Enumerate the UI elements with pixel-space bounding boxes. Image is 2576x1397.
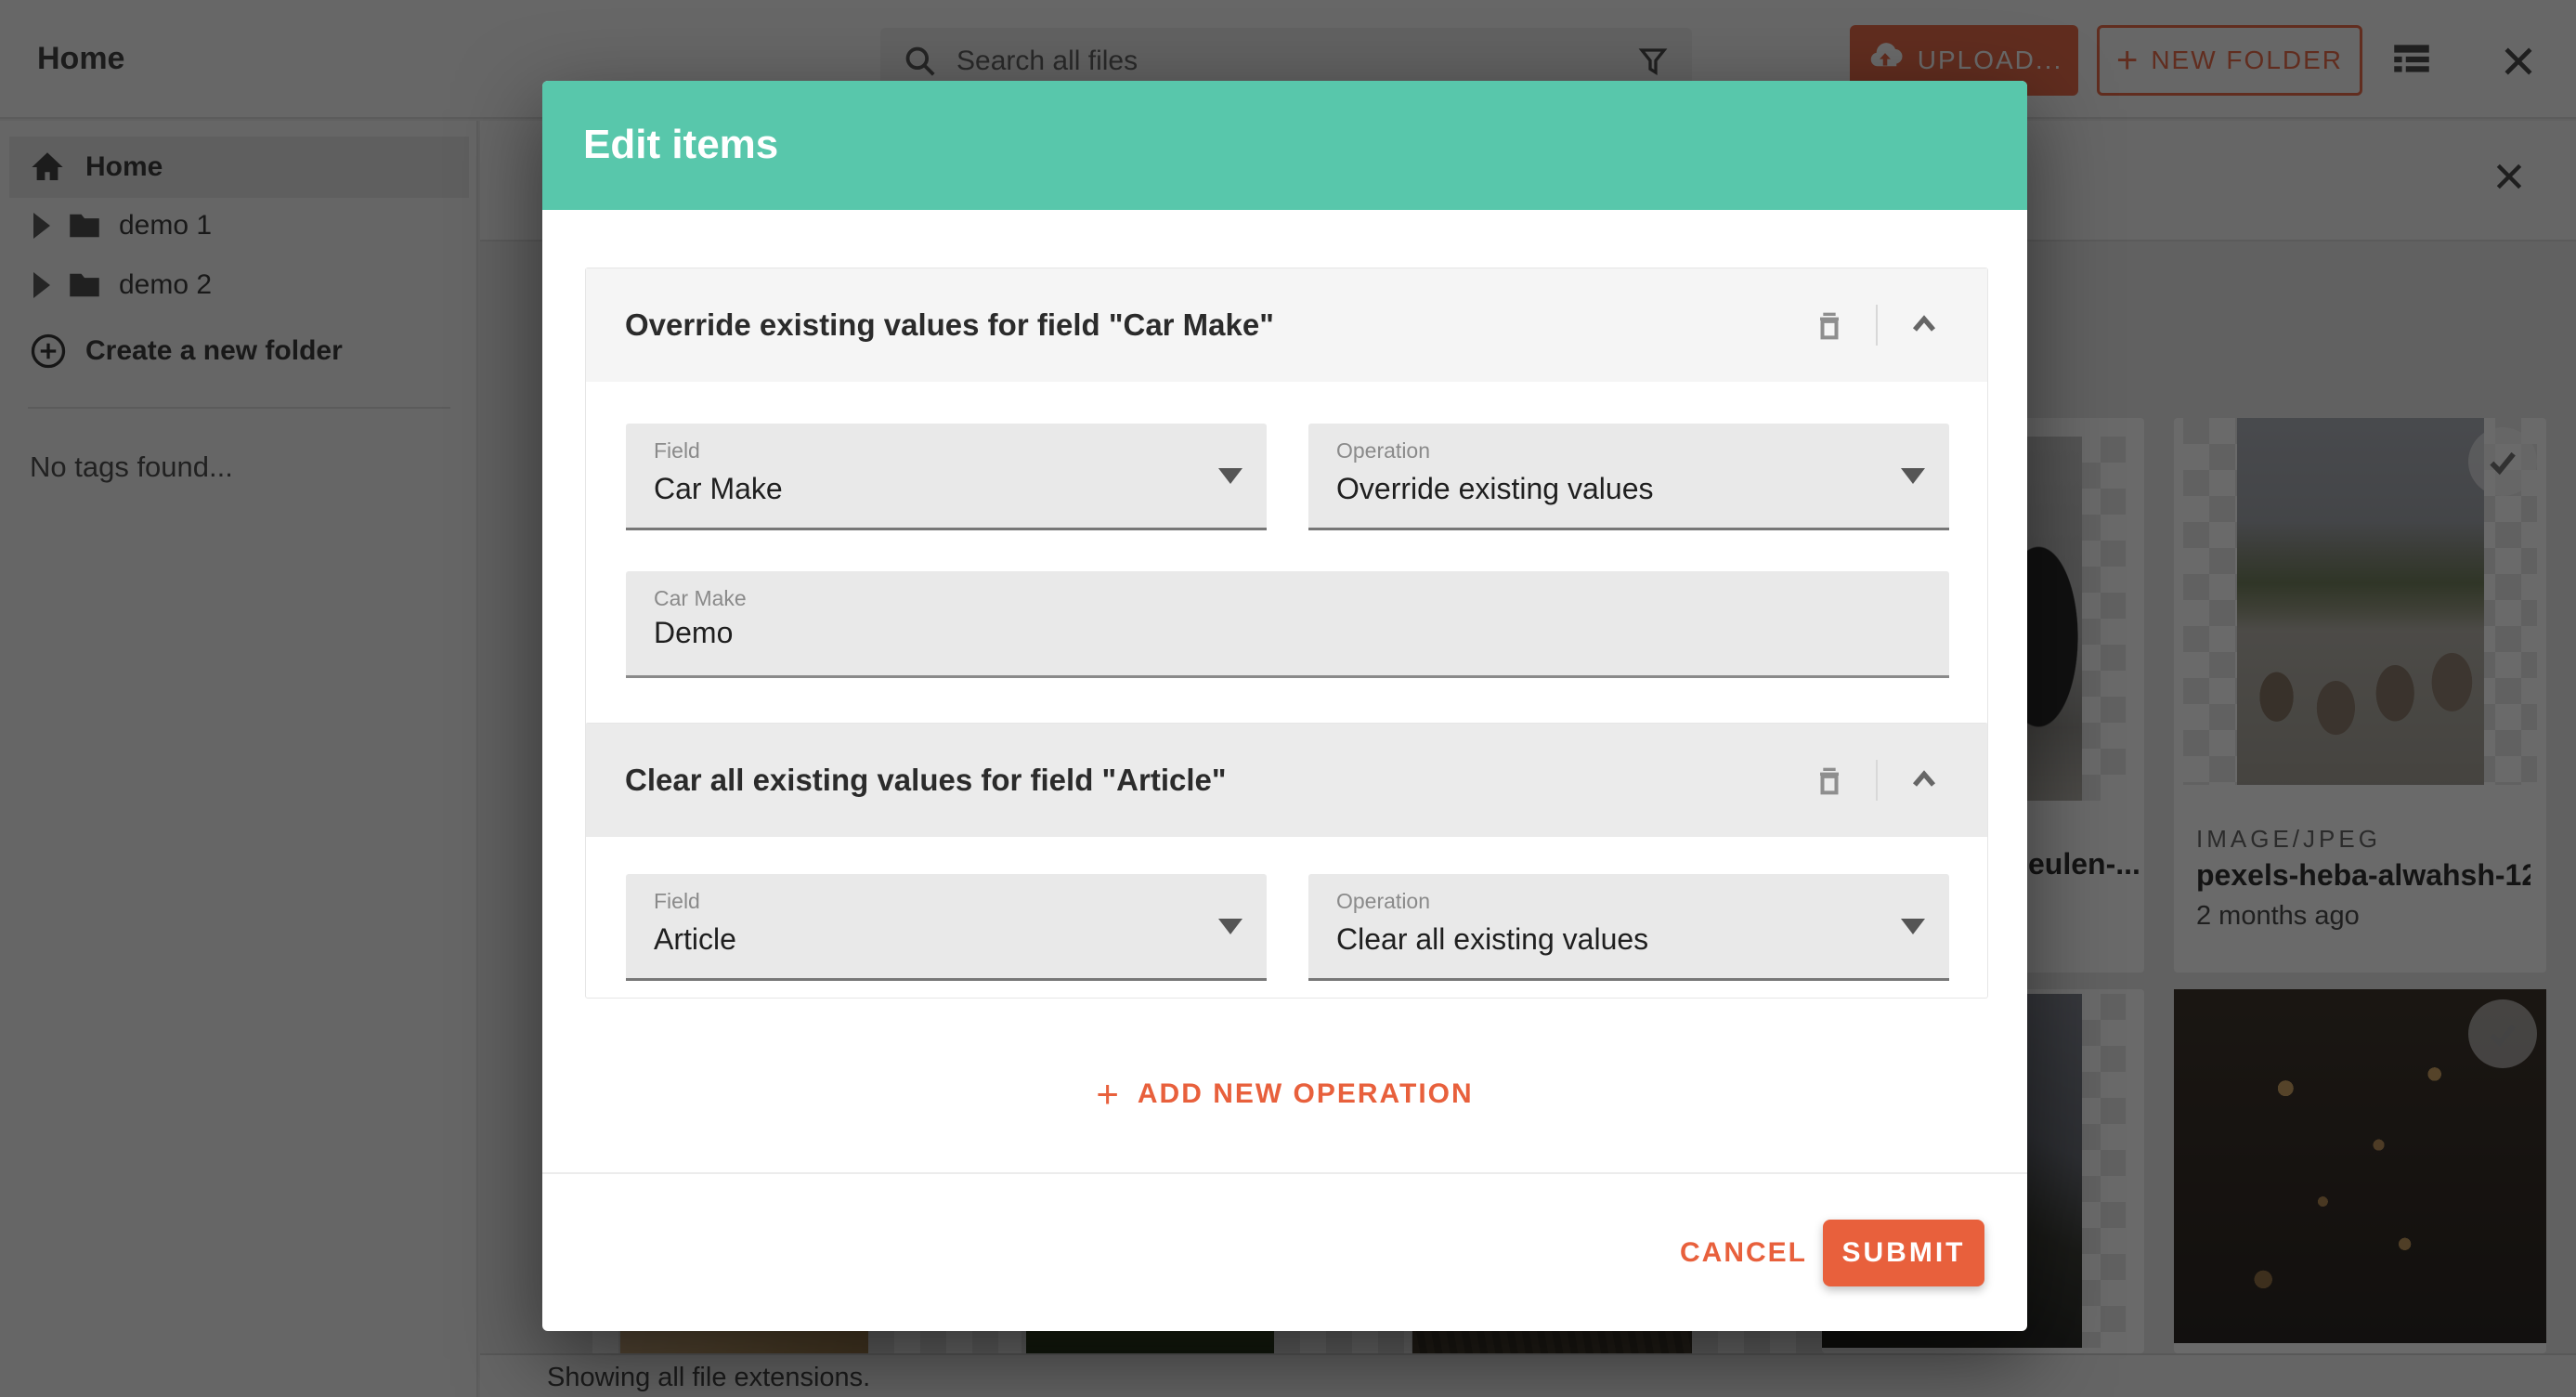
dropdown-caret-icon: [1218, 919, 1242, 934]
select-value: Car Make: [654, 472, 783, 506]
select-label: Field: [654, 889, 700, 914]
select-value: Clear all existing values: [1336, 922, 1648, 957]
header-divider: [1876, 305, 1878, 346]
operation-title: Override existing values for field "Car …: [625, 307, 1274, 343]
modal-title: Edit items: [583, 122, 778, 168]
operation-card-header: Override existing values for field "Car …: [586, 268, 1987, 382]
add-operation-button[interactable]: + ADD NEW OPERATION: [542, 1068, 2027, 1120]
operation-select[interactable]: Operation Override existing values: [1308, 424, 1949, 530]
operation-card-header: Clear all existing values for field "Art…: [586, 724, 1987, 837]
select-label: Field: [654, 438, 700, 463]
operation-select[interactable]: Operation Clear all existing values: [1308, 874, 1949, 981]
modal-header: Edit items: [542, 81, 2027, 210]
dropdown-caret-icon: [1218, 468, 1242, 484]
select-label: Operation: [1336, 438, 1430, 463]
select-value: Override existing values: [1336, 472, 1653, 506]
field-select[interactable]: Field Car Make: [626, 424, 1267, 530]
select-label: Operation: [1336, 889, 1430, 914]
dropdown-caret-icon: [1901, 468, 1925, 484]
edit-items-modal: Edit items Override existing values for …: [542, 81, 2027, 1331]
header-divider: [1876, 760, 1878, 801]
dropdown-caret-icon: [1901, 919, 1925, 934]
footer-divider: [542, 1172, 2027, 1174]
collapse-chevron-icon[interactable]: [1906, 307, 1943, 344]
cancel-button[interactable]: CANCEL: [1680, 1227, 1801, 1279]
app-window: Home Search all files UPLOAD...: [0, 0, 2576, 1397]
collapse-chevron-icon[interactable]: [1906, 762, 1943, 799]
value-input[interactable]: [654, 616, 1845, 650]
operation-card: Clear all existing values for field "Art…: [585, 723, 1988, 999]
delete-operation-icon[interactable]: [1811, 762, 1848, 799]
select-value: Article: [654, 922, 736, 957]
operation-card: Override existing values for field "Car …: [585, 268, 1988, 799]
value-field[interactable]: Car Make: [626, 571, 1949, 678]
add-operation-label: ADD NEW OPERATION: [1138, 1078, 1474, 1110]
submit-button[interactable]: SUBMIT: [1823, 1220, 1984, 1286]
field-select[interactable]: Field Article: [626, 874, 1267, 981]
field-label: Car Make: [654, 586, 747, 611]
delete-operation-icon[interactable]: [1811, 307, 1848, 344]
operation-title: Clear all existing values for field "Art…: [625, 763, 1227, 798]
